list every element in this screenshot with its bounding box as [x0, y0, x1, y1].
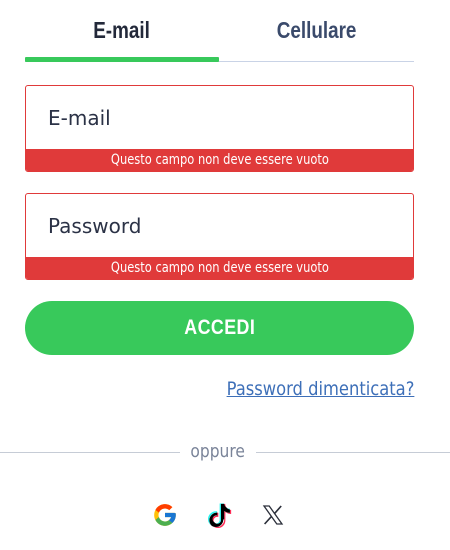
login-button[interactable]: ACCEDI	[25, 301, 414, 355]
divider-line-right	[256, 452, 450, 453]
google-login-button[interactable]	[150, 500, 180, 530]
tiktok-icon	[208, 503, 232, 528]
email-error-banner: Questo campo non deve essere vuoto	[26, 149, 413, 171]
tab-cellulare[interactable]: Cellulare	[219, 0, 414, 61]
tiktok-login-button[interactable]	[204, 500, 234, 530]
divider-line-left	[0, 452, 180, 453]
password-field[interactable]	[26, 194, 413, 257]
email-field-wrapper: Questo campo non deve essere vuoto	[25, 85, 414, 172]
x-login-button[interactable]	[258, 500, 288, 530]
google-icon	[154, 504, 176, 526]
password-field-wrapper: Questo campo non deve essere vuoto	[25, 193, 414, 280]
divider-label: oppure	[190, 441, 246, 462]
or-divider: oppure	[0, 440, 450, 464]
tab-cellulare-label: Cellulare	[276, 17, 357, 43]
social-login-row	[0, 500, 450, 530]
password-error-message: Questo campo non deve essere vuoto	[110, 260, 329, 276]
email-field[interactable]	[26, 86, 413, 149]
x-icon	[262, 505, 284, 525]
tab-email[interactable]: E-mail	[25, 0, 219, 62]
login-method-tabs: E-mail Cellulare	[25, 0, 414, 62]
email-error-message: Questo campo non deve essere vuoto	[110, 152, 329, 168]
forgot-password-link[interactable]: Password dimenticata?	[226, 378, 414, 400]
tab-email-label: E-mail	[93, 17, 151, 43]
password-error-banner: Questo campo non deve essere vuoto	[26, 257, 413, 279]
login-button-label: ACCEDI	[183, 316, 255, 339]
